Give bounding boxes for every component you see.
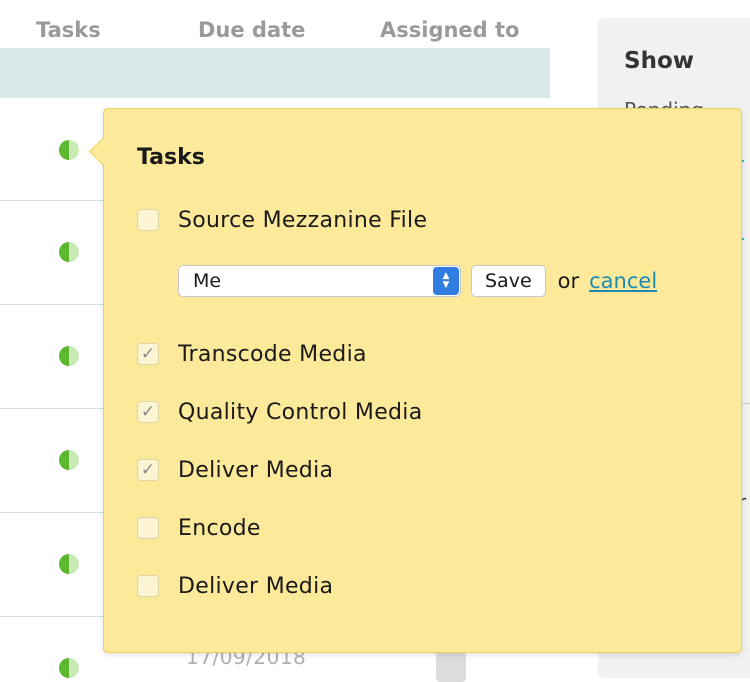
- cancel-link[interactable]: cancel: [589, 269, 657, 293]
- task-item[interactable]: Deliver Media: [137, 572, 333, 600]
- task-checkbox-checked[interactable]: ✓: [137, 343, 159, 365]
- task-label: Encode: [178, 515, 261, 541]
- task-item[interactable]: Source Mezzanine File: [137, 206, 427, 234]
- half-progress-icon[interactable]: [58, 241, 80, 263]
- checkmark-icon: ✓: [140, 343, 156, 364]
- task-checkbox[interactable]: [137, 517, 159, 539]
- half-progress-icon[interactable]: [58, 345, 80, 367]
- task-label: Deliver Media: [178, 573, 334, 599]
- side-panel-title: Show: [624, 48, 694, 74]
- assignee-select-value: Me: [193, 270, 222, 292]
- save-button[interactable]: Save: [471, 265, 546, 297]
- task-label: Quality Control Media: [178, 399, 423, 425]
- task-label: Deliver Media: [178, 457, 334, 483]
- task-checkbox-checked[interactable]: ✓: [137, 459, 159, 481]
- task-item[interactable]: ✓ Transcode Media: [137, 340, 367, 368]
- half-progress-icon[interactable]: [58, 139, 80, 161]
- half-progress-icon[interactable]: [58, 657, 80, 679]
- task-item[interactable]: ✓ Quality Control Media: [137, 398, 423, 426]
- task-checkbox-checked[interactable]: ✓: [137, 401, 159, 423]
- task-label: Transcode Media: [178, 341, 367, 367]
- task-item[interactable]: ✓ Deliver Media: [137, 456, 333, 484]
- checkmark-icon: ✓: [140, 459, 156, 480]
- task-checkbox[interactable]: [137, 575, 159, 597]
- table-header-band: [0, 48, 550, 98]
- task-item[interactable]: Encode: [137, 514, 261, 542]
- tasks-popover: Tasks Source Mezzanine File Me ▲ ▼ Save o…: [89, 108, 742, 653]
- assign-row: Me ▲ ▼ Save or cancel: [178, 264, 657, 298]
- column-header-tasks[interactable]: Tasks: [36, 18, 101, 42]
- select-arrows-icon[interactable]: ▲ ▼: [433, 267, 459, 295]
- popover-arrow: [89, 138, 116, 165]
- checkmark-icon: ✓: [140, 401, 156, 422]
- half-progress-icon[interactable]: [58, 449, 80, 471]
- column-header-assigned-to[interactable]: Assigned to: [380, 18, 519, 42]
- assignee-avatar[interactable]: [436, 652, 466, 682]
- task-label: Source Mezzanine File: [178, 207, 428, 233]
- assignee-select[interactable]: Me ▲ ▼: [178, 265, 461, 297]
- popover-title: Tasks: [137, 145, 205, 170]
- task-checkbox[interactable]: [137, 209, 159, 231]
- half-progress-icon[interactable]: [58, 553, 80, 575]
- column-header-due-date[interactable]: Due date: [198, 18, 305, 42]
- or-text: or: [557, 269, 580, 293]
